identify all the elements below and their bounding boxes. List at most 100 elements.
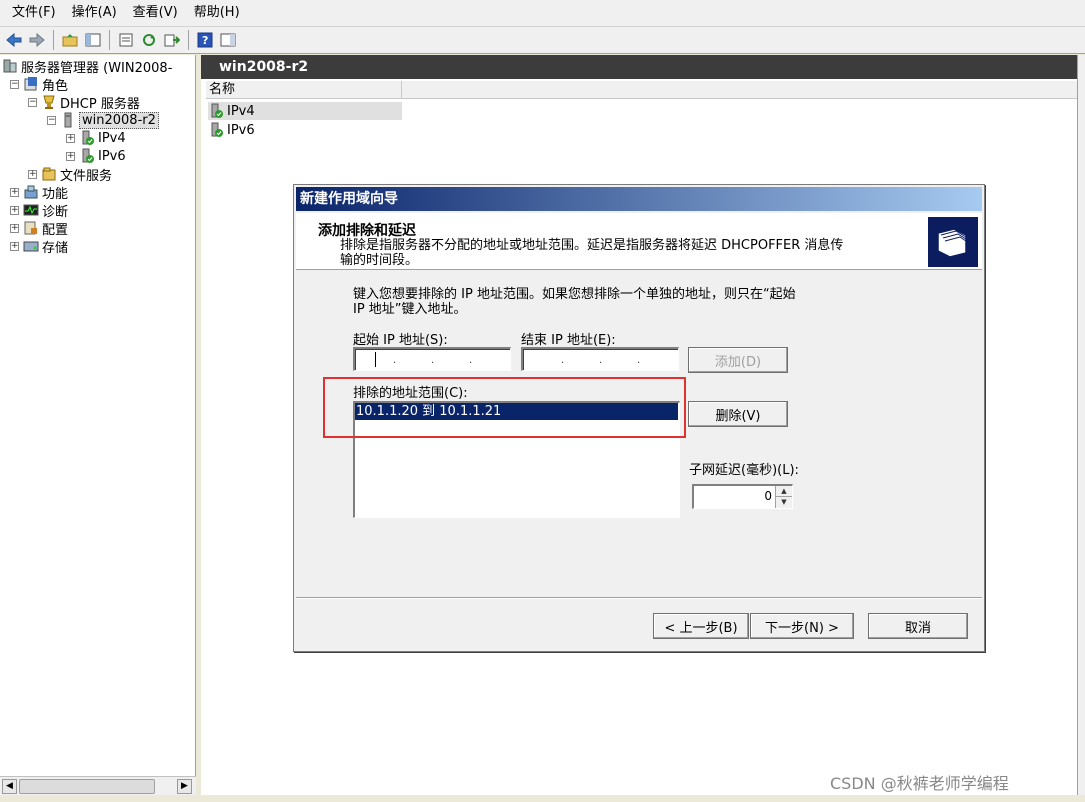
tree-node-ipv4[interactable]: + IPv4	[66, 129, 126, 147]
file-services-icon	[41, 166, 57, 182]
tree-label: 功能	[42, 186, 69, 202]
refresh-icon[interactable]	[139, 30, 159, 50]
scroll-left-icon[interactable]: ◀	[2, 779, 17, 794]
help-icon[interactable]: ?	[195, 30, 215, 50]
action-pane-edge	[1077, 55, 1085, 795]
wizard-header: 添加排除和延迟 排除是指服务器不分配的地址或地址范围。延迟是指服务器将延迟 DH…	[296, 213, 982, 270]
tree-label: DHCP 服务器	[60, 96, 140, 112]
list-item-label: IPv4	[227, 103, 255, 119]
storage-icon	[23, 238, 39, 254]
wizard-page-description: 排除是指服务器不分配的地址或地址范围。延迟是指服务器将延迟 DHCPOFFER …	[340, 238, 920, 268]
tree-node-diagnostics[interactable]: + 诊断	[10, 201, 69, 220]
delete-button[interactable]: 删除(V)	[688, 401, 788, 427]
dhcp-icon	[41, 94, 57, 110]
navigation-tree: 服务器管理器 (WIN2008- − 角色 − DHCP 服务器 − win20…	[0, 55, 196, 776]
subnet-delay-value: 0	[764, 489, 772, 503]
ipv4-icon	[208, 103, 224, 119]
tree-node-storage[interactable]: + 存储	[10, 237, 69, 256]
menu-file[interactable]: 文件(F)	[4, 0, 64, 26]
subnet-delay-stepper[interactable]: 0 ▲ ▼	[692, 484, 793, 509]
tree-label: win2008-r2	[79, 111, 159, 129]
tree-label: 配置	[42, 222, 69, 238]
instruction-line: 键入您想要排除的 IP 地址范围。如果您想排除一个单独的地址，则只在“起始	[353, 287, 796, 302]
tree-label: 角色	[42, 78, 69, 94]
list-item[interactable]: IPv6	[208, 121, 255, 139]
scroll-right-icon[interactable]: ▶	[177, 779, 192, 794]
ipv4-icon	[79, 130, 95, 146]
tree-node-ipv6[interactable]: + IPv6	[66, 147, 126, 165]
start-ip-label: 起始 IP 地址(S):	[353, 333, 448, 348]
spin-up-icon[interactable]: ▲	[776, 486, 792, 497]
instruction-line: IP 地址”键入地址。	[353, 302, 467, 317]
tree-node-server[interactable]: − win2008-r2	[47, 111, 159, 129]
tree-label: 服务器管理器 (WIN2008-	[21, 60, 173, 76]
export-list-icon[interactable]	[162, 30, 182, 50]
tree-label: 诊断	[42, 204, 69, 220]
tree-label: 存储	[42, 240, 69, 256]
instruction-text: 键入您想要排除的 IP 地址范围。如果您想排除一个单独的地址，则只在“起始 IP…	[353, 287, 893, 317]
scroll-thumb[interactable]	[19, 779, 155, 794]
server-manager-icon	[2, 58, 18, 74]
annotation-highlight-box	[323, 377, 686, 438]
column-header-row: 名称	[206, 81, 1077, 99]
menu-view[interactable]: 查看(V)	[125, 0, 186, 26]
end-ip-label: 结束 IP 地址(E):	[521, 333, 616, 348]
spin-down-icon[interactable]: ▼	[776, 497, 792, 508]
collapse-icon[interactable]: −	[10, 79, 19, 89]
svg-text:?: ?	[202, 34, 208, 47]
description-line: 排除是指服务器不分配的地址或地址范围。延迟是指服务器将延迟 DHCPOFFER …	[340, 238, 844, 253]
expand-icon[interactable]: +	[10, 187, 19, 197]
tree-label: IPv4	[98, 130, 126, 146]
collapse-icon[interactable]: −	[28, 97, 37, 107]
subnet-delay-label: 子网延迟(毫秒)(L):	[689, 463, 799, 478]
diagnostics-icon	[23, 202, 39, 218]
tree-node-file-services[interactable]: + 文件服务	[28, 165, 113, 184]
show-hide-tree-icon[interactable]	[83, 30, 103, 50]
menu-help[interactable]: 帮助(H)	[186, 0, 248, 26]
description-line: 输的时间段。	[340, 253, 419, 268]
back-button[interactable]: < 上一步(B)	[653, 613, 749, 639]
ipv6-icon	[208, 122, 224, 138]
expand-icon[interactable]: +	[10, 223, 19, 233]
features-icon	[23, 184, 39, 200]
text-caret	[375, 352, 376, 367]
expand-icon[interactable]: +	[10, 205, 19, 215]
up-folder-icon[interactable]	[60, 30, 80, 50]
expand-icon[interactable]: +	[66, 151, 75, 161]
expand-icon[interactable]: +	[28, 169, 37, 179]
tree-label: IPv6	[98, 148, 126, 164]
show-action-pane-icon[interactable]	[218, 30, 238, 50]
dialog-divider	[296, 597, 982, 599]
toolbar: ?	[0, 26, 1085, 54]
tree-label: 文件服务	[60, 168, 113, 184]
forward-arrow-icon[interactable]	[27, 30, 47, 50]
expand-icon[interactable]: +	[10, 241, 19, 251]
expand-icon[interactable]: +	[66, 133, 75, 143]
watermark: CSDN @秋裤老师学编程	[830, 774, 1009, 793]
back-arrow-icon[interactable]	[4, 30, 24, 50]
details-pane-header: win2008-r2	[201, 55, 1077, 79]
add-button[interactable]: 添加(D)	[688, 347, 788, 373]
tree-node-configuration[interactable]: + 配置	[10, 219, 69, 238]
roles-icon	[23, 76, 39, 92]
menu-bar: 文件(F) 操作(A) 查看(V) 帮助(H)	[0, 0, 1085, 26]
server-icon	[60, 112, 76, 128]
tree-node-server-manager[interactable]: 服务器管理器 (WIN2008-	[2, 57, 173, 76]
start-ip-input[interactable]: . . .	[353, 347, 511, 371]
tree-node-roles[interactable]: − 角色	[10, 75, 69, 94]
properties-icon[interactable]	[116, 30, 136, 50]
collapse-icon[interactable]: −	[47, 115, 56, 125]
column-header-name[interactable]: 名称	[206, 81, 402, 99]
tree-node-dhcp[interactable]: − DHCP 服务器	[28, 93, 140, 112]
next-button[interactable]: 下一步(N) >	[750, 613, 854, 639]
tree-horizontal-scrollbar[interactable]: ◀ ▶	[0, 776, 196, 795]
spin-buttons[interactable]: ▲ ▼	[775, 486, 792, 508]
cancel-button[interactable]: 取消	[868, 613, 968, 639]
ipv6-icon	[79, 148, 95, 164]
end-ip-input[interactable]: . . .	[521, 347, 679, 371]
menu-action[interactable]: 操作(A)	[64, 0, 125, 26]
dialog-title[interactable]: 新建作用域向导	[296, 187, 982, 211]
tree-node-features[interactable]: + 功能	[10, 183, 69, 202]
list-item[interactable]: IPv4	[208, 102, 402, 120]
wizard-page-heading: 添加排除和延迟	[318, 223, 416, 239]
